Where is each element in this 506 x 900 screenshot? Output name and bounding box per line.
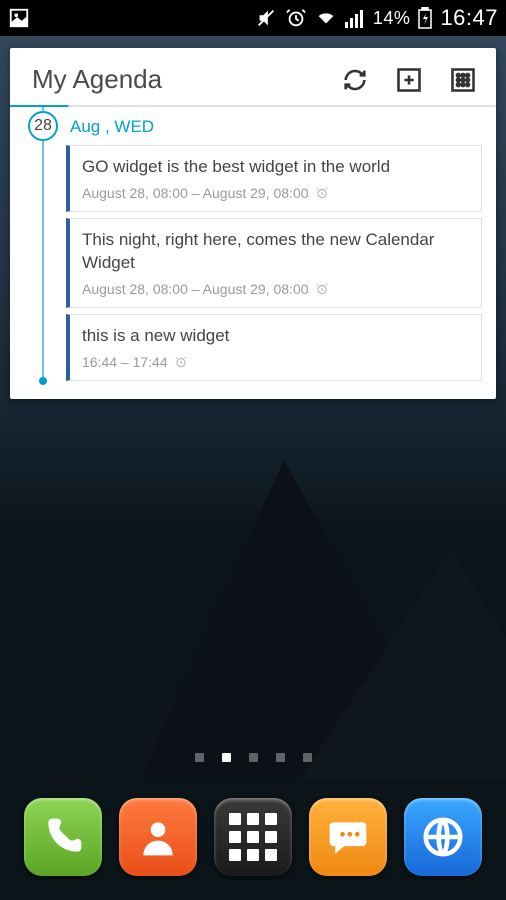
calendar-grid-button[interactable] <box>448 65 478 95</box>
battery-charging-icon <box>418 7 432 29</box>
notification-picture-icon <box>8 7 30 29</box>
event-title: this is a new widget <box>82 325 469 348</box>
chat-icon <box>326 815 370 859</box>
event-title: GO widget is the best widget in the worl… <box>82 156 469 179</box>
app-grid-icon <box>229 813 277 861</box>
home-page-indicator <box>0 753 506 762</box>
browser-app[interactable] <box>404 798 482 876</box>
add-event-button[interactable] <box>394 65 424 95</box>
agenda-event[interactable]: GO widget is the best widget in the worl… <box>66 145 482 212</box>
wifi-icon <box>315 7 337 29</box>
status-bar: 14% 16:47 <box>0 0 506 36</box>
widget-title: My Agenda <box>32 64 162 95</box>
dock <box>0 774 506 900</box>
phone-icon <box>41 815 85 859</box>
event-title: This night, right here, comes the new Ca… <box>82 229 469 275</box>
phone-app[interactable] <box>24 798 102 876</box>
globe-icon <box>420 814 466 860</box>
mute-icon <box>255 7 277 29</box>
alarm-icon <box>285 7 307 29</box>
agenda-widget[interactable]: My Agenda 28 Aug , WED GO widget is the … <box>10 48 496 399</box>
messages-app[interactable] <box>309 798 387 876</box>
agenda-timeline: 28 Aug , WED GO widget is the best widge… <box>10 107 496 381</box>
refresh-button[interactable] <box>340 65 370 95</box>
plus-square-icon <box>395 66 423 94</box>
wallpaper-mountains <box>0 440 506 780</box>
page-dot[interactable] <box>249 753 258 762</box>
alarm-small-icon <box>174 355 188 369</box>
widget-header: My Agenda <box>10 48 496 105</box>
person-icon <box>136 815 180 859</box>
date-label: Aug , WED <box>70 117 482 137</box>
status-clock: 16:47 <box>440 5 498 31</box>
date-badge: 28 <box>28 111 58 141</box>
page-dot[interactable] <box>303 753 312 762</box>
event-time: 16:44 – 17:44 <box>82 354 469 370</box>
page-dot[interactable] <box>195 753 204 762</box>
event-time: August 28, 08:00 – August 29, 08:00 <box>82 281 469 297</box>
signal-icon <box>345 8 365 28</box>
grid-icon <box>449 66 477 94</box>
agenda-event[interactable]: This night, right here, comes the new Ca… <box>66 218 482 308</box>
alarm-small-icon <box>315 282 329 296</box>
timeline-line <box>42 107 44 381</box>
alarm-small-icon <box>315 186 329 200</box>
page-dot[interactable] <box>276 753 285 762</box>
page-dot[interactable] <box>222 753 231 762</box>
event-time: August 28, 08:00 – August 29, 08:00 <box>82 185 469 201</box>
contacts-app[interactable] <box>119 798 197 876</box>
timeline-endcap <box>39 377 47 385</box>
app-drawer[interactable] <box>214 798 292 876</box>
battery-percent: 14% <box>373 8 411 29</box>
agenda-event[interactable]: this is a new widget 16:44 – 17:44 <box>66 314 482 381</box>
refresh-icon <box>341 66 369 94</box>
